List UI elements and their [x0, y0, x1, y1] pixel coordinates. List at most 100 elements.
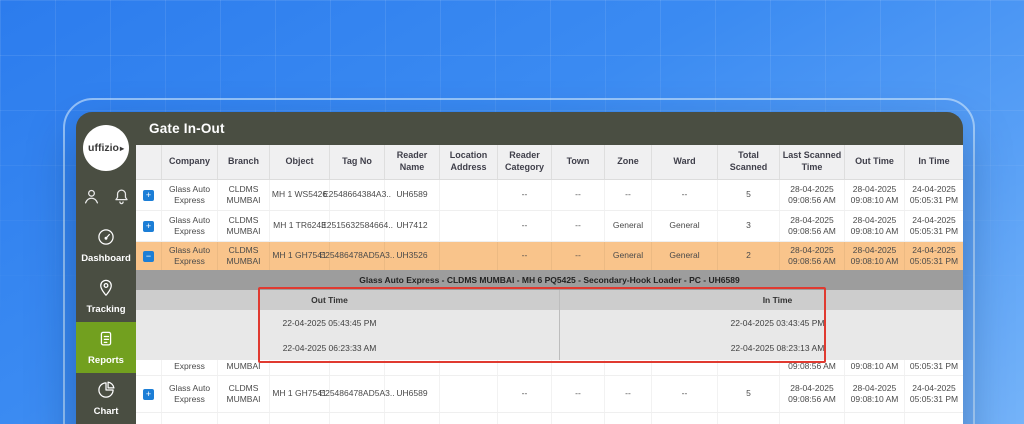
cell-tag-no: E25486478AD5A3..	[330, 413, 385, 424]
cell-zone: --	[605, 413, 652, 424]
subtable-cell: 22-04-2025 08:23:13 AM	[560, 335, 963, 360]
expander-cell: +	[136, 211, 162, 241]
cell-reader-category: --	[498, 180, 552, 210]
expanded-subtable-header: Out TimeIn Time	[136, 290, 963, 310]
sidebar-quick-icons	[82, 187, 131, 206]
sidebar-item-label: Reports	[88, 355, 124, 366]
cell-ward: --	[652, 180, 718, 210]
subtable-column: 22-04-2025 05:43:45 PM 22-04-2025 06:23:3…	[136, 310, 560, 360]
cell-zone	[605, 360, 652, 376]
cell-zone: General	[605, 242, 652, 270]
cell-ward: General	[652, 211, 718, 241]
cell-ward: --	[652, 413, 718, 424]
location-pin-icon	[96, 278, 116, 301]
subtable-column: 22-04-2025 03:43:45 PM 22-04-2025 08:23:1…	[560, 310, 963, 360]
pie-chart-icon	[96, 380, 116, 403]
cell-reader-category: --	[498, 413, 552, 424]
cell-tag-no	[330, 360, 385, 376]
cell-out-time: 28-04-2025 09:08:10 AM	[845, 376, 905, 412]
expand-row-button[interactable]: +	[143, 190, 154, 201]
app-window: Gate In-Out uffizio▸	[76, 112, 963, 424]
header-cell: Location Address	[440, 145, 498, 179]
cell-tag-no: E25486478AD5A3..	[330, 376, 385, 412]
cell-last-scanned-time: 28-04-2025 09:08:56 AM	[780, 413, 845, 424]
cell-company: Glass Auto Express	[162, 211, 218, 241]
sidebar-item-label: Chart	[94, 406, 119, 417]
cell-out-time: 28-04-2025 09:08:10 AM	[845, 413, 905, 424]
cell-reader-name: UH6589	[385, 376, 440, 412]
subtable-cell: 22-04-2025 03:43:45 PM	[560, 310, 963, 335]
cell-town: --	[552, 211, 605, 241]
report-icon	[96, 329, 116, 352]
cell-object: MH 1 GH7541	[270, 413, 330, 424]
cell-tag-no: E2515632584664..	[330, 211, 385, 241]
user-icon[interactable]	[82, 187, 101, 206]
sidebar-item-label: Dashboard	[81, 253, 131, 264]
cell-total-scanned: 2	[718, 242, 780, 270]
table-row: +Glass Auto ExpressCLDMS MUMBAIMH 1 WS54…	[136, 180, 963, 211]
cell-total-scanned: 3	[718, 211, 780, 241]
cell-total-scanned	[718, 360, 780, 376]
sidebar-item-tracking[interactable]: Tracking	[76, 271, 136, 322]
subtable-header-cell: Out Time	[136, 290, 560, 310]
cell-ward	[652, 360, 718, 376]
expanded-subtable-body: 22-04-2025 05:43:45 PM 22-04-2025 06:23:3…	[136, 310, 963, 360]
header-cell: Object	[270, 145, 330, 179]
cell-zone: --	[605, 180, 652, 210]
expander-cell	[136, 360, 162, 376]
header-cell: Last Scanned Time	[780, 145, 845, 179]
subtable-cell: 22-04-2025 05:43:45 PM	[136, 310, 559, 335]
header-cell: Out Time	[845, 145, 905, 179]
cell-location-address	[440, 180, 498, 210]
cell-out-time: 28-04-2025 09:08:10 AM	[845, 242, 905, 270]
expand-row-button[interactable]: +	[143, 389, 154, 400]
sidebar: uffizio▸	[76, 112, 136, 424]
header-cell: Town	[552, 145, 605, 179]
cell-reader-category: --	[498, 376, 552, 412]
cell-zone: --	[605, 376, 652, 412]
cell-out-time: 28-04-2025 09:08:10 AM	[845, 180, 905, 210]
subtable-cell-value: 22-04-2025 03:43:45 PM	[730, 318, 824, 328]
header-cell: Ward	[652, 145, 718, 179]
cell-branch: CLDMS MUMBAI	[218, 413, 270, 424]
cell-company: Glass Auto Express	[162, 242, 218, 270]
cell-last-scanned-time: 28-04-2025 09:08:56 AM	[780, 180, 845, 210]
expand-row-button[interactable]: +	[143, 221, 154, 232]
cell-in-time: 24-04-2025 05:05:31 PM	[905, 242, 963, 270]
cell-reader-name: UH7412	[385, 211, 440, 241]
cell-reader-category	[498, 360, 552, 376]
cell-town	[552, 360, 605, 376]
header-cell: Reader Name	[385, 145, 440, 179]
logo-text: uffizio	[88, 142, 119, 154]
header-cell: Branch	[218, 145, 270, 179]
sidebar-item-chart[interactable]: Chart	[76, 373, 136, 424]
cell-branch: CLDMS MUMBAI	[218, 211, 270, 241]
cell-town: --	[552, 242, 605, 270]
cell-in-time: 24-04-2025 05:05:31 PM	[905, 413, 963, 424]
sidebar-item-reports[interactable]: Reports	[76, 322, 136, 373]
sidebar-item-label: Tracking	[86, 304, 125, 315]
cell-out-time: 09:08:10 AM	[845, 360, 905, 376]
table-row: +Glass Auto ExpressCLDMS MUMBAIMH 1 TR62…	[136, 211, 963, 242]
bell-icon[interactable]	[112, 187, 131, 206]
page-background: Gate In-Out uffizio▸	[0, 0, 1024, 424]
cell-ward: General	[652, 242, 718, 270]
sidebar-item-dashboard[interactable]: Dashboard	[76, 220, 136, 271]
cell-town: --	[552, 180, 605, 210]
cell-location-address	[440, 376, 498, 412]
cell-company: Glass Auto Express	[162, 413, 218, 424]
subtable-cell: 22-04-2025 06:23:33 AM	[136, 335, 559, 360]
cell-location-address	[440, 413, 498, 424]
cell-object: MH 1 WS5426	[270, 180, 330, 210]
header-cell: Tag No	[330, 145, 385, 179]
table-row: −Glass Auto ExpressCLDMS MUMBAIMH 1 GH75…	[136, 242, 963, 270]
collapse-row-button[interactable]: −	[143, 251, 154, 262]
partially-hidden-row: ExpressMUMBAI09:08:56 AM09:08:10 AM05:05…	[136, 360, 963, 376]
app-logo[interactable]: uffizio▸	[83, 125, 129, 171]
cell-town: --	[552, 413, 605, 424]
cell-location-address	[440, 242, 498, 270]
speedometer-icon	[96, 227, 116, 250]
cell-branch: MUMBAI	[218, 360, 270, 376]
cell-town: --	[552, 376, 605, 412]
subtable-cell-value: 22-04-2025 05:43:45 PM	[282, 318, 376, 328]
